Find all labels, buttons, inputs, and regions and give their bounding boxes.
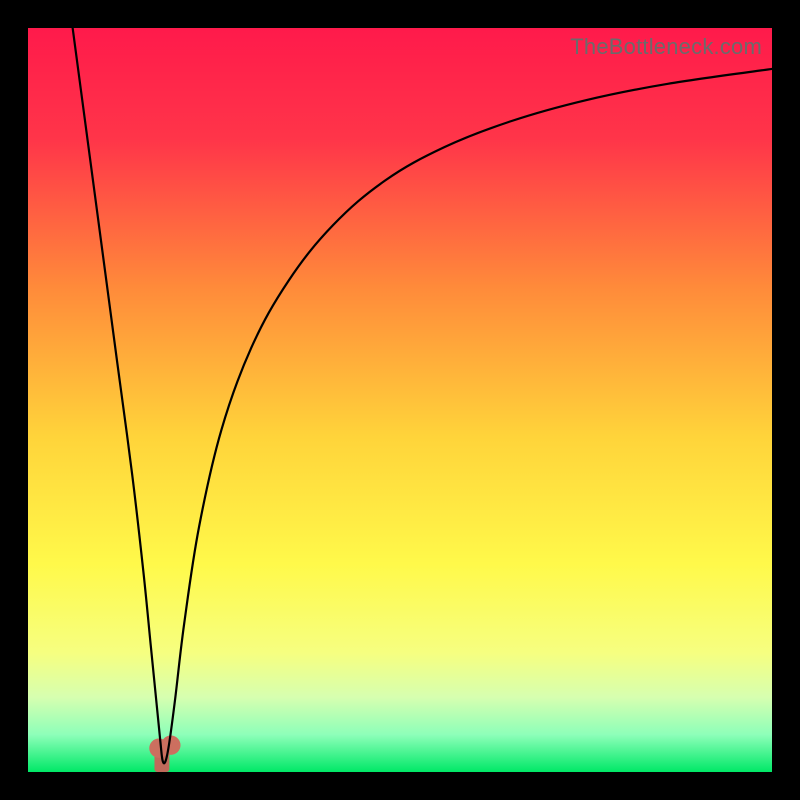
bottleneck-chart xyxy=(28,28,772,772)
gradient-background xyxy=(28,28,772,772)
watermark-text: TheBottleneck.com xyxy=(570,34,762,60)
chart-frame: TheBottleneck.com xyxy=(28,28,772,772)
